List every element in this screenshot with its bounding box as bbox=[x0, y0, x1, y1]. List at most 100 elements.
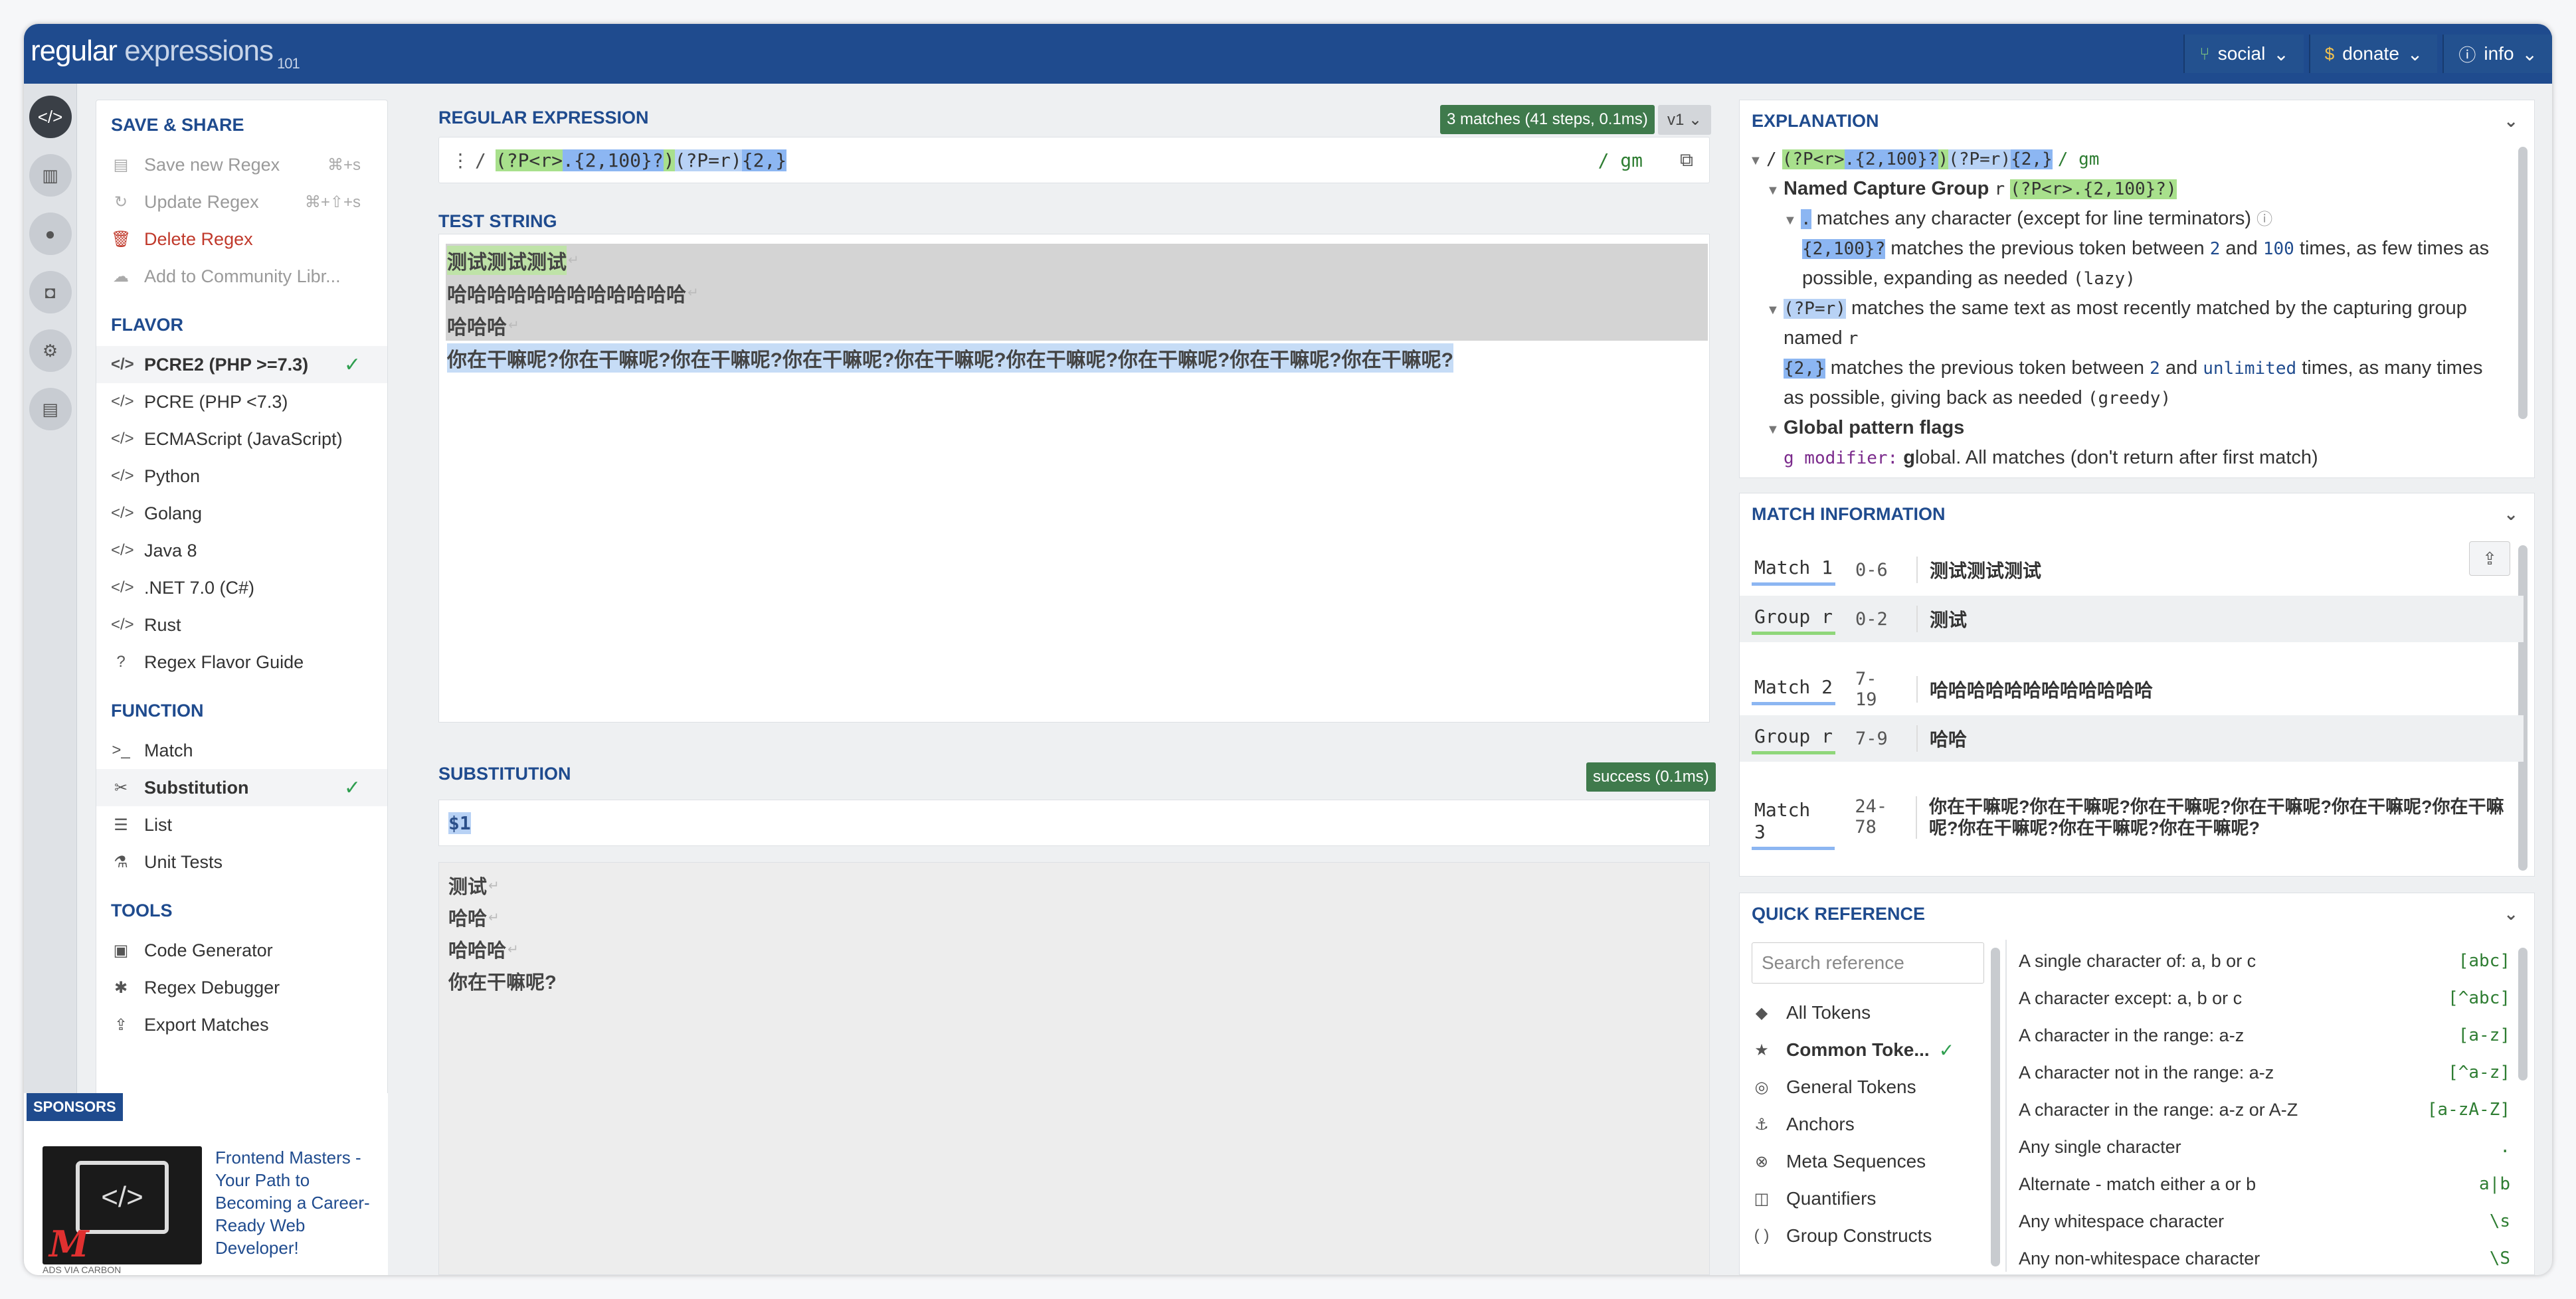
category-label: Quantifiers bbox=[1786, 1188, 1877, 1209]
editor-icon[interactable]: </> bbox=[29, 96, 72, 138]
test-string-editor[interactable]: 测试测试测试 ↵ 哈哈哈哈哈哈哈哈哈哈哈哈 ↵ 哈哈哈 ↵ 你在干嘛呢?你在干嘛呢?你… bbox=[438, 234, 1710, 723]
g-modifier-line: g modifier: global. All matches (don't r… bbox=[1784, 443, 2520, 470]
function-match[interactable]: >_ Match bbox=[96, 732, 387, 769]
reference-row[interactable]: A character in the range: a-z or A-Z [a-z… bbox=[2019, 1091, 2524, 1128]
update-regex[interactable]: ↻ Update Regex ⌘+⇧+s bbox=[96, 183, 387, 220]
delete-regex[interactable]: 🗑 Delete Regex bbox=[96, 220, 387, 258]
flavor-dotnet[interactable]: </> .NET 7.0 (C#) bbox=[96, 569, 387, 606]
regex-input[interactable]: ⋮ / (?P<r>.{2,100}?)(?P=r){2,} / gm ⧉ bbox=[438, 137, 1710, 183]
update-regex-label: Update Regex bbox=[144, 191, 259, 212]
category-general-tokens[interactable]: ◎ General Tokens bbox=[1752, 1069, 1978, 1106]
newline-icon: ↵ bbox=[508, 318, 519, 333]
caret-down-icon[interactable]: ▼ bbox=[1749, 146, 1766, 176]
donate-menu[interactable]: $ donate ⌄ bbox=[2308, 35, 2438, 73]
quantifier2-line2: as possible, giving back as needed (gree… bbox=[1784, 383, 2520, 414]
branch-icon: ⑂ bbox=[2199, 43, 2210, 64]
sponsor-link[interactable]: Frontend Masters - Your Path to Becoming… bbox=[215, 1146, 375, 1259]
info-menu[interactable]: ⓘ info ⌄ bbox=[2442, 35, 2552, 73]
reference-row[interactable]: Any non-whitespace character \S bbox=[2019, 1240, 2524, 1274]
tool-regex-debugger[interactable]: ✱ Regex Debugger bbox=[96, 969, 387, 1006]
ads-via-carbon[interactable]: ADS VIA CARBON bbox=[43, 1264, 121, 1275]
substitution-input[interactable]: $1 bbox=[438, 800, 1710, 846]
reference-row[interactable]: A single character of: a, b or c [abc] bbox=[2019, 942, 2524, 980]
flavor-java8[interactable]: </> Java 8 bbox=[96, 532, 387, 569]
reference-desc: A character in the range: a-z bbox=[2019, 1025, 2245, 1045]
br-text2: named bbox=[1784, 327, 1843, 349]
dot-line: ▼. matches any character (except for lin… bbox=[1784, 204, 2520, 236]
flavor-ecmascript[interactable]: </> ECMAScript (JavaScript) bbox=[96, 420, 387, 458]
reference-search-input[interactable]: Search reference bbox=[1752, 942, 1984, 984]
output-line: 测试 ↵ bbox=[439, 869, 1709, 901]
caret-down-icon[interactable]: ▼ bbox=[1784, 206, 1801, 236]
match-row[interactable]: Match 3 24-78 你在干嘛呢?你在干嘛呢?你在干嘛呢?你在干嘛呢?你在干嘛… bbox=[1740, 784, 2524, 851]
category-quantifiers[interactable]: ◫ Quantifiers bbox=[1752, 1180, 1978, 1217]
match-row[interactable]: Match 2 7-19 哈哈哈哈哈哈哈哈哈哈哈哈 bbox=[1740, 666, 2524, 713]
site-logo[interactable]: regular expressions 101 bbox=[31, 35, 300, 72]
function-label: List bbox=[144, 814, 173, 835]
match-info-header[interactable]: MATCH INFORMATION ⌄ bbox=[1740, 493, 2534, 535]
sponsor-image[interactable]: </> M bbox=[43, 1146, 202, 1264]
caret-down-icon[interactable]: ▼ bbox=[1766, 176, 1784, 206]
group-row[interactable]: Group r 7-9 哈哈 bbox=[1740, 715, 2524, 762]
code-icon: </> bbox=[111, 616, 134, 634]
category-anchors[interactable]: ⚓ Anchors bbox=[1752, 1106, 1978, 1143]
explanation-header[interactable]: EXPLANATION ⌄ bbox=[1740, 100, 2534, 141]
tool-label: Code Generator bbox=[144, 940, 273, 960]
tool-code-generator[interactable]: ▣ Code Generator bbox=[96, 932, 387, 969]
quick-reference-panel: QUICK REFERENCE ⌄ Search reference ◆ All T… bbox=[1739, 893, 2535, 1275]
chat-icon[interactable]: ▤ bbox=[29, 388, 72, 430]
category-all-tokens[interactable]: ◆ All Tokens bbox=[1752, 994, 1978, 1031]
newline-icon: ↵ bbox=[507, 942, 519, 957]
chevron-down-icon[interactable]: ⌄ bbox=[2504, 111, 2518, 131]
reference-row[interactable]: Any whitespace character \s bbox=[2019, 1203, 2524, 1240]
help-circle-icon[interactable]: ⓘ bbox=[2256, 211, 2272, 228]
substitution-output: 测试 ↵ 哈哈 ↵ 哈哈哈 ↵ 你在干嘛呢? bbox=[438, 862, 1710, 1275]
library-icon[interactable]: ▥ bbox=[29, 154, 72, 197]
reference-row[interactable]: Alternate - match either a or b a|b bbox=[2019, 1166, 2524, 1203]
reference-row[interactable]: A character except: a, b or c [^abc] bbox=[2019, 980, 2524, 1017]
settings-icon[interactable]: ⚙ bbox=[29, 329, 72, 372]
chevron-down-icon[interactable]: ⌄ bbox=[2504, 904, 2518, 924]
social-menu[interactable]: ⑂ social ⌄ bbox=[2183, 35, 2304, 73]
caret-down-icon[interactable]: ▼ bbox=[1766, 415, 1784, 445]
flavor-golang[interactable]: </> Golang bbox=[96, 495, 387, 532]
trash-icon: 🗑 bbox=[111, 230, 132, 248]
reference-row[interactable]: Any single character. bbox=[2019, 1128, 2524, 1166]
flavor-python[interactable]: </> Python bbox=[96, 458, 387, 495]
reference-desc: Any non-whitespace character bbox=[2019, 1248, 2260, 1268]
function-list[interactable]: ☰ List bbox=[96, 806, 387, 843]
group-row[interactable]: Group r 0-2 测试 bbox=[1740, 596, 2524, 642]
add-to-community[interactable]: ☁ Add to Community Libr... bbox=[96, 258, 387, 295]
tool-export-matches[interactable]: ⇪ Export Matches bbox=[96, 1006, 387, 1043]
category-meta-sequences[interactable]: ⊗ Meta Sequences bbox=[1752, 1143, 1978, 1180]
copy-icon[interactable]: ⧉ bbox=[1680, 149, 1693, 171]
category-scrollbar[interactable] bbox=[1991, 948, 2000, 1266]
save-new-regex[interactable]: ▤ Save new Regex ⌘+s bbox=[96, 146, 387, 183]
function-unit-tests[interactable]: ⚗ Unit Tests bbox=[96, 843, 387, 881]
substitution-label: SUBSTITUTION bbox=[438, 764, 571, 784]
quick-reference-header[interactable]: QUICK REFERENCE ⌄ bbox=[1740, 893, 2534, 934]
drag-handle-icon[interactable]: ⋮ bbox=[451, 149, 470, 171]
test-line-text: 哈哈哈 bbox=[447, 316, 507, 339]
check-icon: ✓ bbox=[343, 776, 361, 799]
match-row[interactable]: Match 1 0-6 测试测试测试 bbox=[1740, 547, 2524, 593]
reference-row[interactable]: A character not in the range: a-z [^a-z] bbox=[2019, 1054, 2524, 1091]
flavor-rust[interactable]: </> Rust bbox=[96, 606, 387, 644]
game-icon[interactable]: ◘ bbox=[29, 271, 72, 313]
user-icon[interactable]: ● bbox=[29, 213, 72, 255]
reference-row[interactable]: A character in the range: a-z [a-z] bbox=[2019, 1017, 2524, 1054]
explanation-scrollbar[interactable] bbox=[2518, 147, 2528, 419]
explanation-tree: ▼ / (?P<r>.{2,100}?)(?P=r){2,} / gm ▼ Name… bbox=[1749, 144, 2520, 470]
substitution-status-badge: success (0.1ms) bbox=[1586, 762, 1716, 792]
flavor-pcre2[interactable]: </> PCRE2 (PHP >=7.3) ✓ bbox=[96, 346, 387, 383]
category-common-tokens[interactable]: ★ Common Toke... ✓ bbox=[1752, 1031, 1978, 1069]
g-modifier: g modifier: bbox=[1784, 448, 1898, 468]
caret-down-icon[interactable]: ▼ bbox=[1766, 296, 1784, 325]
chevron-down-icon[interactable]: ⌄ bbox=[2504, 504, 2518, 525]
category-group-constructs[interactable]: ( ) Group Constructs bbox=[1752, 1217, 1978, 1255]
flavor-guide[interactable]: ? Regex Flavor Guide bbox=[96, 644, 387, 681]
regex-flags[interactable]: / gm bbox=[1598, 149, 1643, 171]
version-select[interactable]: v1 ⌄ bbox=[1658, 105, 1712, 135]
flavor-pcre[interactable]: </> PCRE (PHP <7.3) bbox=[96, 383, 387, 420]
function-substitution[interactable]: ✂ Substitution ✓ bbox=[96, 769, 387, 806]
